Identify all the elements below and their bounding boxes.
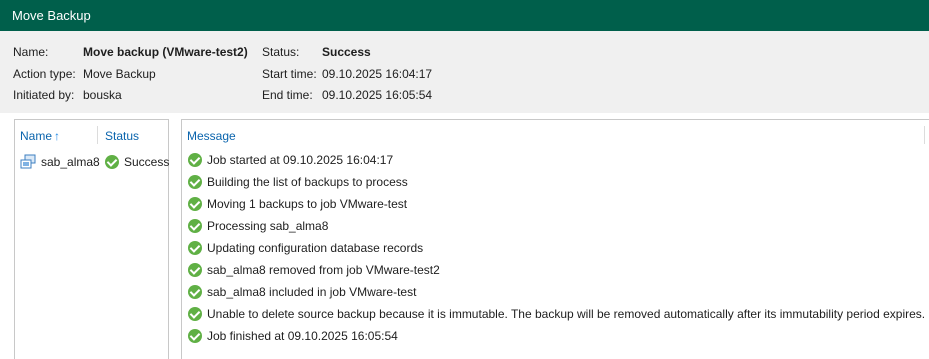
- success-check-icon: [188, 175, 202, 189]
- sort-up-arrow-icon: ↑: [54, 129, 61, 143]
- column-divider[interactable]: [97, 126, 98, 144]
- success-check-icon: [188, 153, 202, 167]
- session-summary: Name: Move backup (VMware-test2) Action …: [0, 31, 929, 113]
- initiated-by-label: Initiated by:: [13, 88, 75, 102]
- objects-list-panel: Name ↑ Status sab_alma8 Success: [14, 119, 169, 359]
- log-message-text: Job started at 09.10.2025 16:04:17: [207, 153, 394, 167]
- success-check-icon: [188, 241, 202, 255]
- end-time-value: 09.10.2025 16:05:54: [322, 88, 433, 102]
- object-name: sab_alma8: [41, 155, 100, 169]
- log-message-text: Updating configuration database records: [207, 241, 424, 255]
- column-header-name[interactable]: Name ↑: [20, 129, 60, 143]
- start-time-value: 09.10.2025 16:04:17: [322, 67, 433, 81]
- window-title: Move Backup: [12, 8, 91, 23]
- session-log-panel: Message Job started at 09.10.2025 16:04:…: [181, 119, 929, 359]
- object-status-text: Success: [124, 155, 170, 169]
- log-message-text: Unable to delete source backup because i…: [207, 307, 926, 321]
- log-message-text: sab_alma8 included in job VMware-test: [207, 285, 417, 299]
- success-check-icon: [188, 329, 202, 343]
- log-message-text: Processing sab_alma8: [207, 219, 329, 233]
- success-check-icon: [188, 307, 202, 321]
- success-check-icon: [105, 155, 119, 169]
- window-titlebar: Move Backup: [0, 0, 929, 31]
- log-message-text: Moving 1 backups to job VMware-test: [207, 197, 408, 211]
- log-message-text: Building the list of backups to process: [207, 175, 408, 189]
- column-header-status[interactable]: Status: [105, 129, 139, 143]
- column-header-name-label: Name: [20, 129, 53, 143]
- success-check-icon: [188, 219, 202, 233]
- success-check-icon: [188, 263, 202, 277]
- vm-icon: [20, 154, 36, 169]
- success-check-icon: [188, 285, 202, 299]
- status-value: Success: [322, 45, 371, 59]
- column-divider[interactable]: [924, 126, 925, 144]
- log-message-text: Job finished at 09.10.2025 16:05:54: [207, 329, 398, 343]
- initiated-by-value: bouska: [83, 88, 122, 102]
- log-message-text: sab_alma8 removed from job VMware-test2: [207, 263, 440, 277]
- success-check-icon: [188, 197, 202, 211]
- start-time-label: Start time:: [262, 67, 317, 81]
- name-label: Name:: [13, 45, 49, 59]
- object-row[interactable]: sab_alma8 Success: [19, 154, 169, 170]
- column-header-message[interactable]: Message: [187, 129, 236, 143]
- column-header-message-label: Message: [187, 129, 236, 143]
- action-type-value: Move Backup: [83, 67, 156, 81]
- column-header-status-label: Status: [105, 129, 140, 143]
- action-type-label: Action type:: [13, 67, 76, 81]
- end-time-label: End time:: [262, 88, 313, 102]
- job-name-value: Move backup (VMware-test2): [83, 45, 248, 59]
- status-label: Status:: [262, 45, 300, 59]
